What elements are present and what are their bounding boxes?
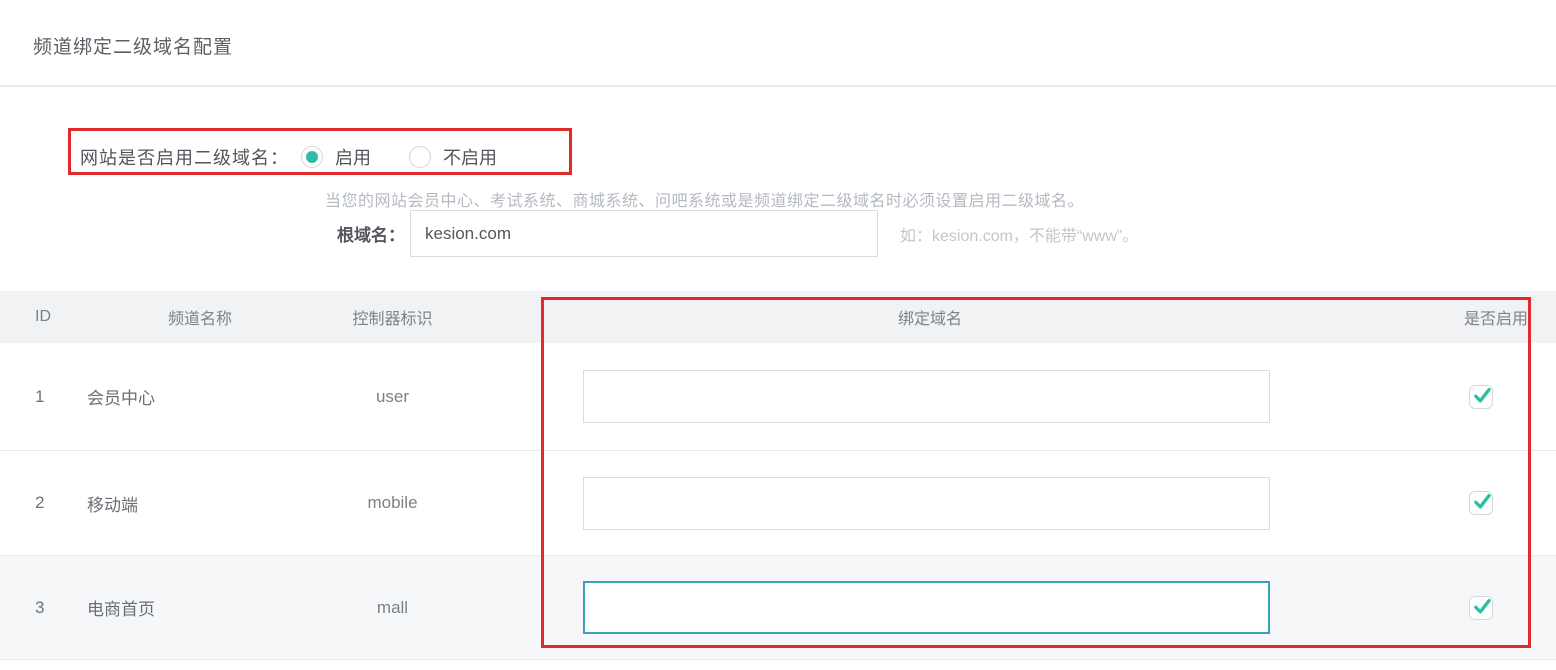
enabled-checkbox[interactable] bbox=[1469, 491, 1493, 515]
cell-controller: mall bbox=[330, 598, 455, 618]
cell-bound-domain bbox=[455, 477, 1405, 530]
check-icon bbox=[1472, 491, 1492, 511]
cell-channel-name: 移动端 bbox=[70, 491, 330, 516]
cell-enabled bbox=[1405, 491, 1556, 515]
enable-domain-radio-option[interactable]: 不启用 bbox=[409, 144, 497, 170]
title-divider bbox=[0, 85, 1556, 87]
root-domain-row: 根域名： 如：kesion.com，不能带“www”。 bbox=[0, 210, 1556, 257]
header-channel-name: 频道名称 bbox=[70, 305, 330, 329]
enabled-checkbox[interactable] bbox=[1469, 385, 1493, 409]
table-row: 2 移动端 mobile bbox=[0, 451, 1556, 556]
table-row: 3 电商首页 mall bbox=[0, 556, 1556, 660]
page: 频道绑定二级域名配置 网站是否启用二级域名： 启用 不启用 当您的网站会员中心、… bbox=[0, 0, 1556, 670]
check-icon bbox=[1472, 385, 1492, 405]
cell-enabled bbox=[1405, 596, 1556, 620]
page-title: 频道绑定二级域名配置 bbox=[33, 32, 233, 59]
radio-option-label: 不启用 bbox=[443, 144, 497, 170]
cell-bound-domain bbox=[455, 370, 1405, 423]
header-controller: 控制器标识 bbox=[330, 305, 455, 329]
cell-bound-domain bbox=[455, 581, 1405, 634]
enable-domain-label: 网站是否启用二级域名： bbox=[80, 144, 289, 170]
header-id: ID bbox=[0, 308, 70, 326]
table-row: 1 会员中心 user bbox=[0, 343, 1556, 451]
enable-domain-radio-group: 启用 不启用 bbox=[301, 144, 535, 170]
cell-id: 2 bbox=[0, 493, 70, 513]
header-bound-domain: 绑定域名 bbox=[455, 305, 1405, 329]
enable-domain-helper-text: 当您的网站会员中心、考试系统、商城系统、问吧系统或是频道绑定二级域名时必须设置启… bbox=[325, 187, 1084, 211]
enabled-checkbox[interactable] bbox=[1469, 596, 1493, 620]
channel-domain-table: ID 频道名称 控制器标识 绑定域名 是否启用 1 会员中心 user bbox=[0, 291, 1556, 660]
root-domain-input[interactable] bbox=[410, 210, 878, 257]
radio-option-label: 启用 bbox=[335, 144, 371, 170]
root-domain-label: 根域名： bbox=[337, 210, 405, 257]
radio-icon[interactable] bbox=[409, 146, 431, 168]
bound-domain-input[interactable] bbox=[583, 477, 1270, 530]
bound-domain-input[interactable] bbox=[583, 581, 1270, 634]
cell-channel-name: 电商首页 bbox=[70, 595, 330, 620]
cell-channel-name: 会员中心 bbox=[70, 384, 330, 409]
cell-controller: mobile bbox=[330, 493, 455, 513]
radio-icon[interactable] bbox=[301, 146, 323, 168]
cell-enabled bbox=[1405, 385, 1556, 409]
cell-id: 1 bbox=[0, 387, 70, 407]
root-domain-hint: 如：kesion.com，不能带“www”。 bbox=[900, 210, 1138, 257]
cell-id: 3 bbox=[0, 598, 70, 618]
header-enabled: 是否启用 bbox=[1405, 305, 1556, 329]
check-icon bbox=[1472, 596, 1492, 616]
enable-domain-row: 网站是否启用二级域名： 启用 不启用 bbox=[80, 140, 535, 174]
table-header-row: ID 频道名称 控制器标识 绑定域名 是否启用 bbox=[0, 291, 1556, 343]
enable-domain-radio-option[interactable]: 启用 bbox=[301, 144, 371, 170]
bound-domain-input[interactable] bbox=[583, 370, 1270, 423]
cell-controller: user bbox=[330, 387, 455, 407]
